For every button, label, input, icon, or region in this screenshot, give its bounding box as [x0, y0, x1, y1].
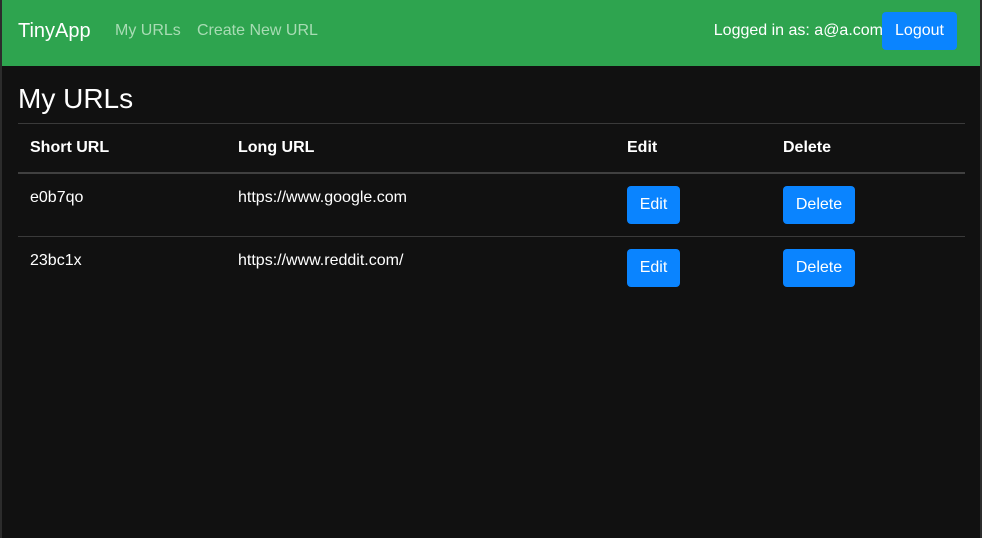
table-header-divider — [18, 172, 965, 174]
top-navbar: TinyApp My URLs Create New URL Logged in… — [2, 0, 980, 66]
edit-button[interactable]: Edit — [627, 186, 680, 224]
table-header-short-url: Short URL — [30, 139, 110, 156]
logout-button[interactable]: Logout — [882, 12, 957, 50]
long-url-cell: https://www.google.com — [238, 189, 407, 206]
nav-link-my-urls[interactable]: My URLs — [115, 21, 181, 41]
edit-button[interactable]: Edit — [627, 249, 680, 287]
table-header-edit: Edit — [627, 139, 658, 156]
logged-in-status: Logged in as: a@a.com — [713, 22, 883, 39]
nav-link-create-new-url[interactable]: Create New URL — [197, 21, 318, 41]
app-viewport: TinyApp My URLs Create New URL Logged in… — [2, 0, 980, 538]
table-header-long-url: Long URL — [238, 139, 315, 156]
table-row-divider — [18, 236, 965, 237]
brand-link[interactable]: TinyApp — [18, 19, 91, 43]
delete-button[interactable]: Delete — [783, 249, 855, 287]
delete-button[interactable]: Delete — [783, 186, 855, 224]
page-title: My URLs — [18, 83, 134, 114]
short-url-cell: e0b7qo — [30, 189, 84, 206]
short-url-cell: 23bc1x — [30, 252, 82, 269]
table-top-border — [18, 123, 965, 124]
table-header-delete: Delete — [783, 139, 832, 156]
long-url-cell: https://www.reddit.com/ — [238, 252, 404, 269]
